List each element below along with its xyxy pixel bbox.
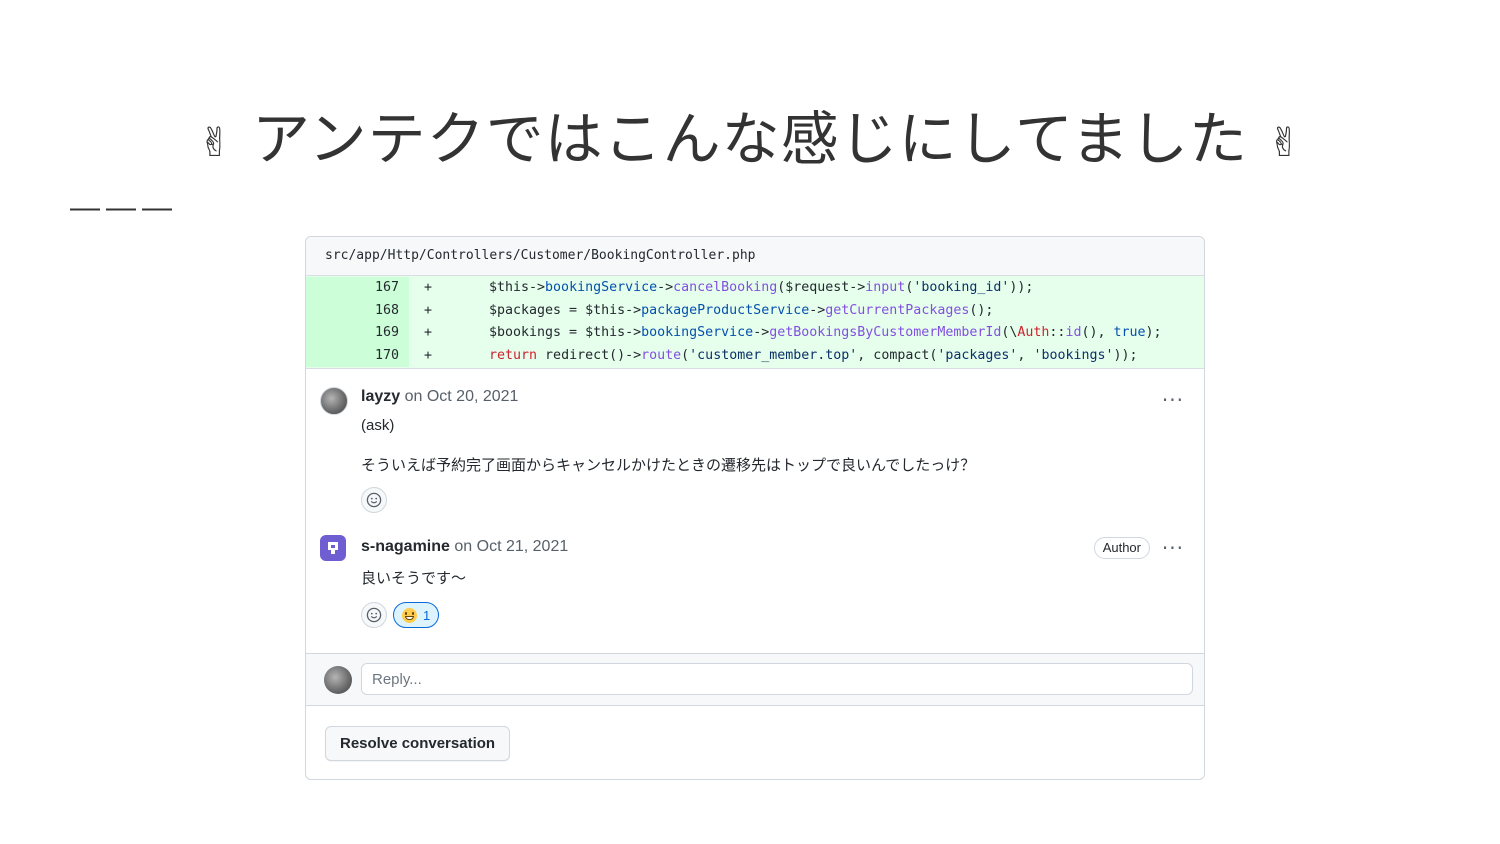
- slide-divider: ———: [70, 191, 178, 224]
- avatar[interactable]: [320, 535, 346, 561]
- comment-options-icon[interactable]: ···: [1162, 390, 1184, 410]
- comment-author-link[interactable]: s-nagamine: [361, 538, 450, 555]
- slide-title: ✌ アンテクではこんな感じにしてました ✌: [0, 92, 1500, 176]
- add-reaction-button[interactable]: [361, 487, 387, 513]
- smiley-icon: [366, 492, 382, 508]
- reaction-count: 1: [423, 607, 431, 623]
- reply-area: [306, 653, 1204, 706]
- code-line-167: $this->bookingService->cancelBooking($re…: [489, 280, 1034, 295]
- review-comment: layzy on Oct 20, 2021 ··· (ask) そういえば予約完…: [306, 385, 1204, 513]
- author-badge: Author: [1093, 537, 1150, 559]
- comment-tag: (ask): [361, 417, 395, 434]
- line-number[interactable]: 168: [306, 299, 409, 322]
- slide-title-text: アンテクではこんな感じにしてました: [251, 105, 1249, 173]
- review-conversation-panel: src/app/Http/Controllers/Customer/Bookin…: [305, 236, 1205, 780]
- comment-timestamp[interactable]: on Oct 20, 2021: [405, 388, 519, 405]
- line-number[interactable]: 170: [306, 344, 409, 367]
- comment-meta: s-nagamine on Oct 21, 2021: [361, 535, 1190, 559]
- diff-add-sign: +: [423, 347, 432, 363]
- grinning-face-icon: [402, 607, 417, 623]
- diff-line: 169 + $bookings = $this->bookingService-…: [306, 322, 1204, 345]
- add-reaction-button[interactable]: [361, 602, 387, 628]
- review-comment: s-nagamine on Oct 21, 2021 Author ··· 良い…: [306, 535, 1204, 628]
- avatar: [324, 666, 352, 694]
- comment-options-icon[interactable]: ···: [1162, 538, 1184, 558]
- diff-add-sign: +: [423, 325, 432, 340]
- diff-line: 168 + $packages = $this->packageProductS…: [306, 299, 1204, 322]
- victory-hand-icon: ✌: [1267, 119, 1302, 166]
- resolve-conversation-button[interactable]: Resolve conversation: [325, 726, 511, 761]
- line-number[interactable]: 167: [306, 277, 409, 300]
- code-line-168: $packages = $this->packageProductService…: [489, 302, 994, 318]
- reaction-row: 1: [361, 602, 1190, 628]
- code-line-169: $bookings = $this->bookingService->getBo…: [489, 325, 1162, 340]
- avatar[interactable]: [320, 387, 348, 415]
- reaction-grinning-button[interactable]: 1: [393, 602, 440, 628]
- diff-line: 167 + $this->bookingService->cancelBooki…: [306, 277, 1204, 300]
- reply-input[interactable]: [361, 663, 1193, 695]
- reaction-row: [361, 487, 1190, 513]
- comment-meta: layzy on Oct 20, 2021: [361, 385, 1190, 409]
- line-number[interactable]: 169: [306, 322, 409, 345]
- smiley-icon: [366, 607, 382, 623]
- diff-add-sign: +: [423, 302, 432, 318]
- comment-timestamp[interactable]: on Oct 21, 2021: [454, 538, 568, 555]
- comment-author-link[interactable]: layzy: [361, 388, 400, 405]
- diff-code-block: 167 + $this->bookingService->cancelBooki…: [306, 276, 1204, 369]
- diff-line: 170 + return redirect()->route('customer…: [306, 344, 1204, 367]
- file-path-header[interactable]: src/app/Http/Controllers/Customer/Bookin…: [306, 237, 1204, 276]
- comment-body: 良いそうです〜: [361, 570, 467, 587]
- code-line-170: return redirect()->route('customer_membe…: [489, 347, 1138, 363]
- org-logo-icon: [328, 542, 338, 554]
- diff-add-sign: +: [423, 280, 432, 295]
- victory-hand-icon: ✌: [198, 119, 233, 166]
- comment-body: そういえば予約完了画面からキャンセルかけたときの遷移先はトップで良いんでしたっけ…: [361, 457, 976, 474]
